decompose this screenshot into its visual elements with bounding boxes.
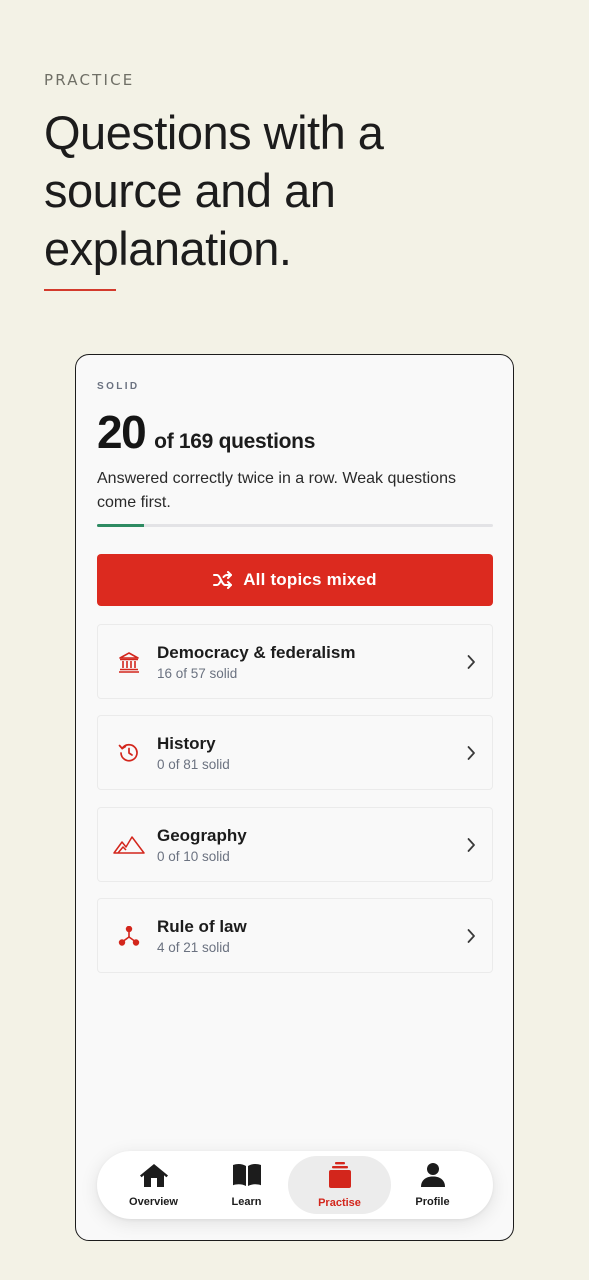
nodes-icon: [112, 921, 146, 951]
nav-overview[interactable]: Overview: [102, 1156, 205, 1214]
nav-label: Overview: [129, 1196, 178, 1208]
topic-democracy[interactable]: Democracy & federalism 16 of 57 solid: [97, 624, 493, 699]
shuffle-icon: [213, 571, 233, 589]
total-questions: of 169 questions: [154, 430, 316, 453]
summary-description: Answered correctly twice in a row. Weak …: [97, 470, 456, 511]
headline-underline: [44, 289, 116, 291]
topic-progress: 0 of 10 solid: [157, 849, 230, 864]
person-icon: [419, 1162, 447, 1193]
topic-title: Democracy & federalism: [157, 643, 356, 662]
bottom-nav: Overview Learn Practise Profile: [97, 1151, 493, 1219]
chevron-right-icon: [466, 654, 476, 675]
book-icon: [231, 1162, 263, 1193]
institution-icon: [112, 647, 146, 677]
nav-profile[interactable]: Profile: [381, 1156, 484, 1214]
solid-count-row: 20 of 169 questions: [97, 405, 315, 459]
all-topics-mixed-label: All topics mixed: [243, 570, 377, 589]
solid-label: SOLID: [97, 381, 140, 392]
topic-history[interactable]: History 0 of 81 solid: [97, 715, 493, 790]
phone-screen: SOLID 20 of 169 questions Answered corre…: [75, 354, 514, 1241]
mountains-icon: [112, 830, 146, 860]
nav-label: Practise: [318, 1197, 361, 1209]
topic-progress: 0 of 81 solid: [157, 757, 230, 772]
nav-learn[interactable]: Learn: [195, 1156, 298, 1214]
progress-bar: [97, 524, 493, 527]
nav-label: Learn: [231, 1196, 262, 1208]
page-headline: Questions with a source and an explanati…: [44, 106, 384, 275]
nav-label: Profile: [415, 1196, 450, 1208]
history-icon: [112, 738, 146, 768]
nav-practise[interactable]: Practise: [288, 1156, 391, 1214]
stack-icon: [327, 1161, 353, 1194]
topic-progress: 16 of 57 solid: [157, 666, 238, 681]
solid-count: 20: [97, 406, 147, 458]
topic-title: Rule of law: [157, 917, 247, 936]
chevron-right-icon: [466, 837, 476, 858]
progress-fill: [97, 524, 144, 527]
topic-rule-of-law[interactable]: Rule of law 4 of 21 solid: [97, 898, 493, 973]
chevron-right-icon: [466, 745, 476, 766]
section-eyebrow: PRACTICE: [44, 71, 135, 89]
home-icon: [138, 1162, 170, 1193]
topic-progress: 4 of 21 solid: [157, 940, 230, 955]
topic-geography[interactable]: Geography 0 of 10 solid: [97, 807, 493, 882]
topic-title: History: [157, 734, 216, 753]
topic-title: Geography: [157, 826, 247, 845]
chevron-right-icon: [466, 928, 476, 949]
all-topics-mixed-button[interactable]: All topics mixed: [97, 554, 493, 606]
